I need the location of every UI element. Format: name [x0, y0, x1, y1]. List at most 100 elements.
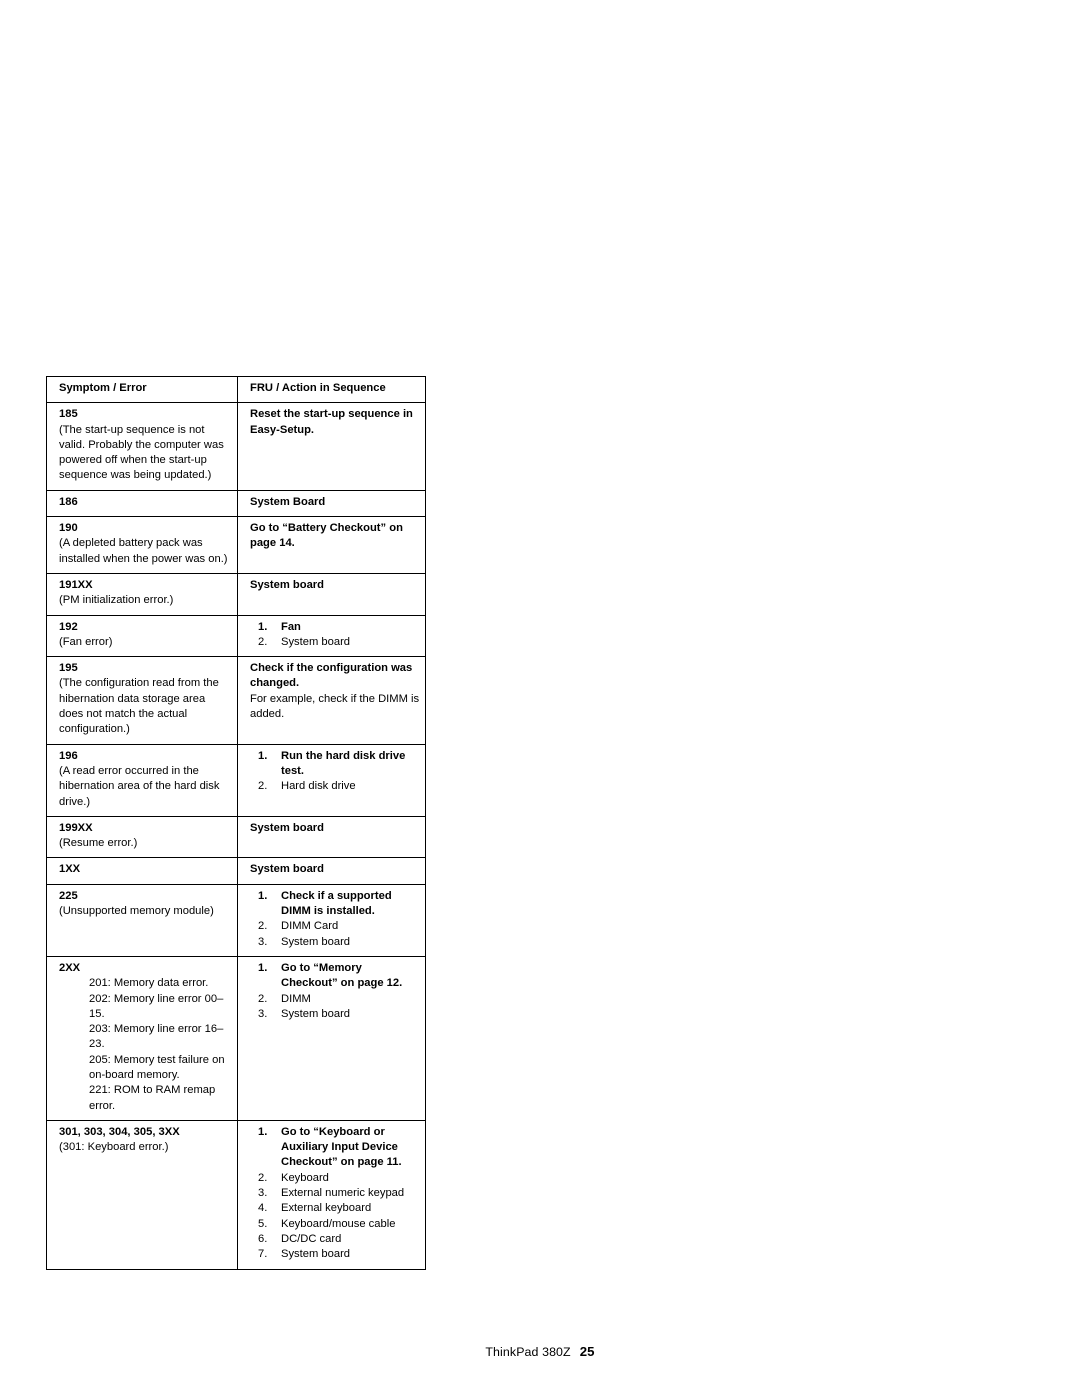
- symptom-content: 225 (Unsupported memory module): [47, 889, 237, 920]
- table-row: 301, 303, 304, 305, 3XX (301: Keyboard er…: [46, 1119, 426, 1270]
- fru-action-item-label: Go to “Memory Checkout” on page 12.: [281, 961, 403, 990]
- cell-fru-action: System board: [237, 815, 426, 859]
- fru-action-primary: Check if the configuration was changed.: [250, 662, 413, 690]
- fru-action-list: 1. Go to “Memory Checkout” on page 12. 2. D…: [250, 961, 421, 1022]
- fru-content: Check if the configuration was changed. F…: [238, 661, 425, 722]
- fru-action-item-number: 1.: [258, 889, 268, 902]
- fru-action-item: 1. Check if a supported DIMM is installed…: [250, 889, 421, 920]
- error-subcode-description: 221: ROM to RAM remap error.: [89, 1084, 216, 1112]
- fru-action-primary: Reset the start-up sequence in Easy-Setu…: [250, 408, 413, 436]
- fru-action-item: 1. Run the hard disk drive test.: [250, 749, 421, 780]
- fru-action-primary: System board: [250, 863, 324, 876]
- fru-action-item-label: Check if a supported DIMM is installed.: [281, 889, 392, 918]
- fru-action-primary: Go to “Battery Checkout” on page 14.: [250, 522, 403, 550]
- fru-action-item-number: 3.: [258, 935, 268, 948]
- fru-action-list: 1. Check if a supported DIMM is installed…: [250, 889, 421, 950]
- error-subcode-description: 202: Memory line error 00–15.: [89, 992, 224, 1020]
- cell-fru-action: 1. Fan 2. System board: [237, 614, 426, 658]
- error-code: 195: [59, 662, 78, 675]
- table-row: 225 (Unsupported memory module) 1. Check if…: [46, 883, 426, 957]
- fru-action-primary: System Board: [250, 495, 326, 508]
- page-footer: ThinkPad 380Z 25: [0, 1344, 1080, 1359]
- fru-action-item: 6. DC/DC card: [250, 1232, 421, 1247]
- fru-action-item: 2. Hard disk drive: [250, 779, 421, 794]
- symptom-content: 2XX 201: Memory data error. 202: Memory li…: [47, 961, 237, 1114]
- fru-action-item: 1. Fan: [250, 620, 421, 635]
- fru-action-item-label: Run the hard disk drive test.: [281, 749, 406, 777]
- error-code: 1XX: [59, 863, 81, 876]
- error-code: 186: [59, 495, 78, 508]
- fru-action-item-label: External numeric keypad: [281, 1187, 405, 1200]
- fru-action-item-label: DC/DC card: [281, 1232, 342, 1245]
- error-description: (The start-up sequence is not valid. Pro…: [59, 423, 224, 482]
- symptom-content: 192 (Fan error): [47, 620, 237, 651]
- error-code: 2XX: [59, 961, 81, 974]
- symptom-content: 191XX (PM initialization error.): [47, 578, 237, 609]
- table-header: Symptom / Error FRU / Action in Sequence: [46, 375, 426, 404]
- error-description: (Unsupported memory module): [59, 905, 214, 918]
- fru-content: 1. Go to “Memory Checkout” on page 12. 2. D…: [238, 961, 425, 1022]
- cell-symptom: 185 (The start-up sequence is not valid. …: [46, 402, 238, 491]
- fru-action-item-label: DIMM Card: [281, 920, 339, 933]
- error-code: 301, 303, 304, 305, 3XX: [59, 1125, 180, 1138]
- fru-action-item-label: System board: [281, 935, 351, 948]
- footer-product-name: ThinkPad 380Z: [485, 1345, 571, 1359]
- fru-action-item-number: 5.: [258, 1217, 268, 1230]
- cell-fru-action: Go to “Battery Checkout” on page 14.: [237, 516, 426, 574]
- fru-content: System Board: [238, 495, 425, 510]
- fru-action-item-number: 1.: [258, 1125, 268, 1138]
- fru-action-item-label: Go to “Keyboard or Auxiliary Input Devic…: [281, 1125, 402, 1169]
- fru-action-item-label: System board: [281, 635, 351, 648]
- fru-action-item: 2. System board: [250, 635, 421, 650]
- fru-action-item-number: 2.: [258, 780, 268, 793]
- table-body: 185 (The start-up sequence is not valid. …: [46, 402, 426, 1270]
- fru-action-item-number: 6.: [258, 1232, 268, 1245]
- table-row: 185 (The start-up sequence is not valid. …: [46, 402, 426, 491]
- cell-symptom: 1XX: [46, 857, 238, 885]
- cell-fru-action: Reset the start-up sequence in Easy-Setu…: [237, 402, 426, 491]
- table-row: 1XX System board: [46, 857, 426, 885]
- fru-action-item: 3. External numeric keypad: [250, 1186, 421, 1201]
- symptom-content: 196 (A read error occurred in the hiberna…: [47, 749, 237, 810]
- fru-action-item-label: Fan: [281, 620, 301, 633]
- symptom-content: 190 (A depleted battery pack was installe…: [47, 521, 237, 567]
- fru-action-item: 7. System board: [250, 1247, 421, 1262]
- error-subcode-description: 203: Memory line error 16–23.: [89, 1023, 224, 1051]
- table-row: 192 (Fan error) 1. Fan 2. System board: [46, 614, 426, 658]
- footer-page-number: 25: [579, 1344, 595, 1359]
- table-row: 186 System Board: [46, 489, 426, 518]
- fru-action-item-number: 1.: [258, 961, 268, 974]
- symptom-content: 195 (The configuration read from the hibe…: [47, 661, 237, 737]
- table-row: 190 (A depleted battery pack was installe…: [46, 516, 426, 574]
- fru-action-item: 2. DIMM: [250, 992, 421, 1007]
- error-description: (301: Keyboard error.): [59, 1141, 169, 1154]
- cell-symptom: 301, 303, 304, 305, 3XX (301: Keyboard er…: [46, 1119, 238, 1270]
- fru-action-list: 1. Fan 2. System board: [250, 620, 421, 651]
- fru-action-item-number: 4.: [258, 1202, 268, 1215]
- error-description: (A read error occurred in the hibernatio…: [59, 764, 220, 808]
- fru-action-item-number: 2.: [258, 1171, 268, 1184]
- error-subcode-description: 201: Memory data error.: [89, 977, 209, 990]
- fru-content: System board: [238, 578, 425, 593]
- fru-content: 1. Fan 2. System board: [238, 620, 425, 651]
- error-description: (A depleted battery pack was installed w…: [59, 537, 228, 565]
- error-code: 196: [59, 749, 78, 762]
- cell-fru-action: System board: [237, 857, 426, 885]
- error-code: 191XX: [59, 578, 93, 591]
- fru-action-item-number: 3.: [258, 1007, 268, 1020]
- fru-action-item-label: Keyboard/mouse cable: [281, 1217, 396, 1230]
- fru-action-item-number: 3.: [258, 1187, 268, 1200]
- fru-content: 1. Go to “Keyboard or Auxiliary Input Dev…: [238, 1125, 425, 1263]
- table-row: 195 (The configuration read from the hibe…: [46, 656, 426, 745]
- symptom-content: 301, 303, 304, 305, 3XX (301: Keyboard er…: [47, 1125, 237, 1156]
- cell-fru-action: Check if the configuration was changed. F…: [237, 656, 426, 745]
- fru-action-primary: System board: [250, 578, 324, 591]
- error-code: 185: [59, 408, 78, 421]
- cell-fru-action: System Board: [237, 489, 426, 518]
- fru-action-item-number: 1.: [258, 620, 268, 633]
- fru-action-item-number: 1.: [258, 749, 268, 762]
- fru-action-item: 3. System board: [250, 935, 421, 950]
- fru-content: System board: [238, 862, 425, 877]
- fru-content: 1. Check if a supported DIMM is installed…: [238, 889, 425, 950]
- table-row: 2XX 201: Memory data error. 202: Memory li…: [46, 955, 426, 1121]
